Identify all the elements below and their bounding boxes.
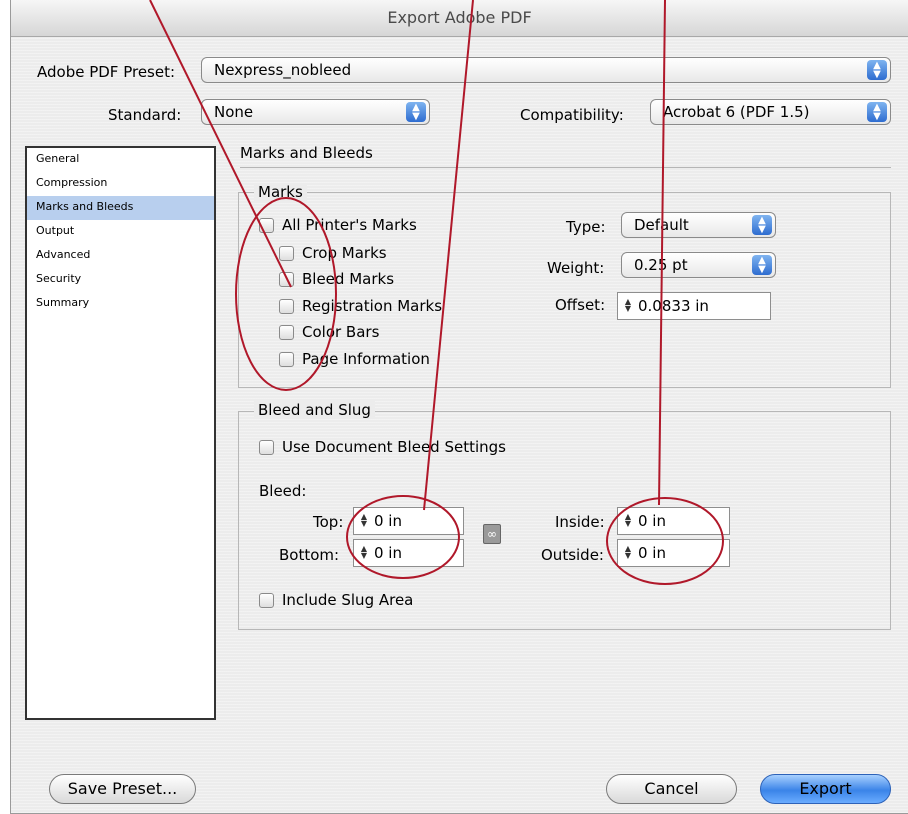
offset-label: Offset: [555,296,606,314]
weight-label: Weight: [547,259,605,277]
sidebar-item-output[interactable]: Output [27,220,214,244]
color-bars-checkbox[interactable] [279,325,294,340]
preset-popup[interactable]: Nexpress_nobleed ▲ ▼ [201,57,891,83]
page-information-checkbox[interactable] [279,352,294,367]
page-information-label: Page Information [302,350,430,368]
type-popup[interactable]: Default ▲ ▼ [621,212,776,238]
preset-label: Adobe PDF Preset: [37,63,176,81]
top-field[interactable]: ▲ ▼ 0 in [353,507,464,535]
inside-value: 0 in [638,512,666,530]
sidebar-item-security[interactable]: Security [27,268,214,292]
weight-value: 0.25 pt [634,256,688,274]
standard-label: Standard: [108,106,182,124]
bottom-value: 0 in [374,544,402,562]
stepper-arrows-icon[interactable]: ▲ ▼ [622,298,634,313]
offset-field[interactable]: ▲ ▼ 0.0833 in [617,292,771,320]
use-document-bleed-label: Use Document Bleed Settings [282,438,506,456]
marks-legend: Marks [254,183,307,201]
include-slug-checkbox[interactable] [259,593,274,608]
outside-field[interactable]: ▲ ▼ 0 in [617,539,730,567]
chain-link-icon[interactable]: ∞ [483,524,501,544]
outside-value: 0 in [638,544,666,562]
top-value: 0 in [374,512,402,530]
include-slug-label: Include Slug Area [282,591,414,609]
cancel-button[interactable]: Cancel [606,774,737,804]
crop-marks-label: Crop Marks [302,244,387,262]
sidebar-item-general[interactable]: General [27,148,214,172]
registration-marks-label: Registration Marks [302,297,443,315]
save-preset-button[interactable]: Save Preset... [49,774,196,804]
standard-value: None [214,103,254,121]
type-value: Default [634,216,689,234]
compatibility-popup[interactable]: Acrobat 6 (PDF 1.5) ▲ ▼ [650,99,891,125]
stepper-arrows-icon[interactable]: ▲ ▼ [358,545,370,560]
all-printers-marks-label: All Printer's Marks [282,216,417,234]
bottom-field[interactable]: ▲ ▼ 0 in [353,539,464,567]
color-bars-label: Color Bars [302,323,380,341]
sidebar-item-compression[interactable]: Compression [27,172,214,196]
up-down-arrows-icon: ▲ ▼ [867,60,887,80]
up-down-arrows-icon: ▲ ▼ [752,215,772,235]
window-title: Export Adobe PDF [11,0,908,37]
registration-marks-checkbox[interactable] [279,299,294,314]
crop-marks-checkbox[interactable] [279,246,294,261]
sidebar-item-advanced[interactable]: Advanced [27,244,214,268]
sidebar-item-marks-and-bleeds[interactable]: Marks and Bleeds [27,196,214,220]
bleed-slug-legend: Bleed and Slug [254,401,375,419]
up-down-arrows-icon: ▲ ▼ [867,102,887,122]
standard-popup[interactable]: None ▲ ▼ [201,99,430,125]
outside-label: Outside: [541,546,604,564]
top-label: Top: [313,513,344,531]
stepper-arrows-icon[interactable]: ▲ ▼ [358,513,370,528]
export-button[interactable]: Export [760,774,891,804]
panel-title: Marks and Bleeds [240,144,373,162]
sidebar-item-summary[interactable]: Summary [27,292,214,316]
bottom-label: Bottom: [279,546,340,564]
up-down-arrows-icon: ▲ ▼ [406,102,426,122]
panel-title-divider [240,167,891,168]
offset-value: 0.0833 in [638,297,709,315]
inside-label: Inside: [555,513,605,531]
bleed-marks-label: Bleed Marks [302,270,395,288]
preset-value: Nexpress_nobleed [214,61,352,79]
stepper-arrows-icon[interactable]: ▲ ▼ [622,545,634,560]
category-list: General Compression Marks and Bleeds Out… [25,146,216,720]
bleed-marks-checkbox[interactable] [279,272,294,287]
use-document-bleed-checkbox[interactable] [259,440,274,455]
inside-field[interactable]: ▲ ▼ 0 in [617,507,730,535]
stepper-arrows-icon[interactable]: ▲ ▼ [622,513,634,528]
weight-popup[interactable]: 0.25 pt ▲ ▼ [621,252,776,278]
up-down-arrows-icon: ▲ ▼ [752,255,772,275]
compatibility-label: Compatibility: [520,106,624,124]
all-printers-marks-checkbox[interactable] [259,218,274,233]
type-label: Type: [566,218,606,236]
bleed-label: Bleed: [259,482,307,500]
compatibility-value: Acrobat 6 (PDF 1.5) [663,103,810,121]
